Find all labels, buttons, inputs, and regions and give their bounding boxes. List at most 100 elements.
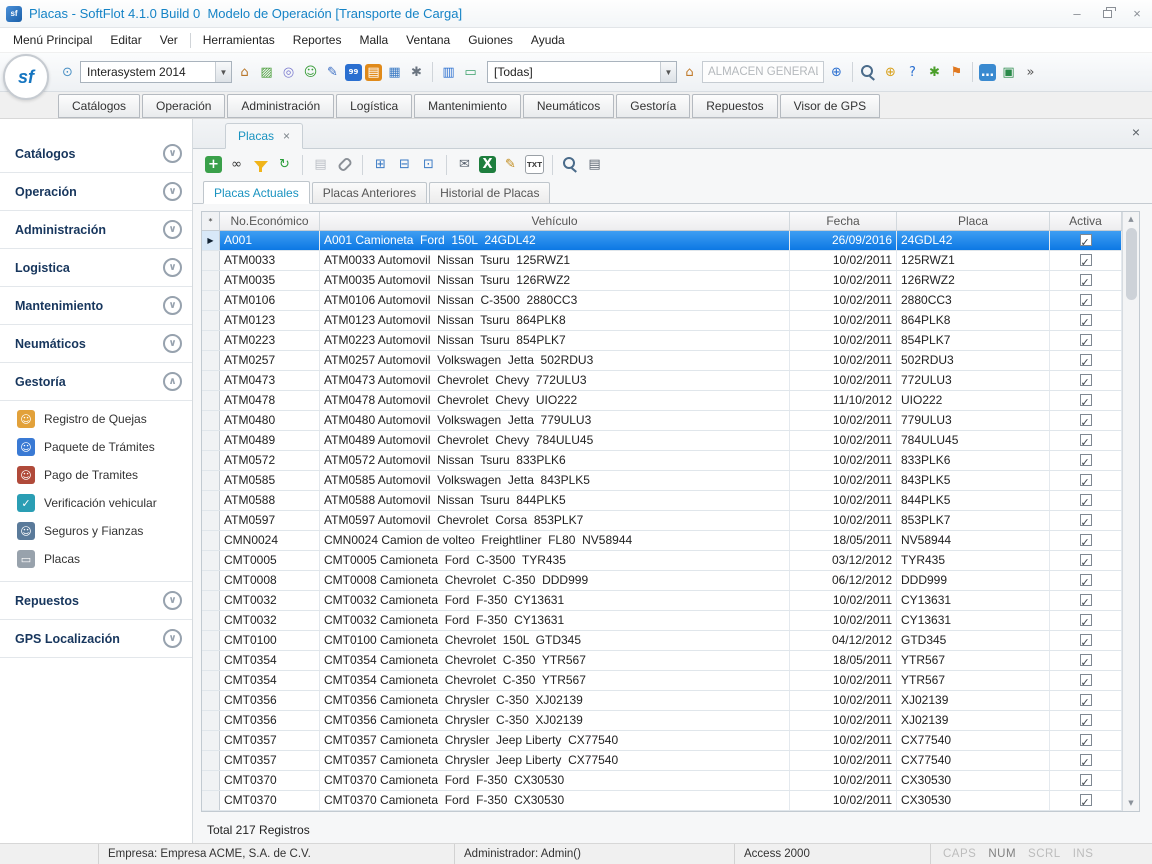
activa-checkbox[interactable] xyxy=(1080,734,1092,746)
table-row[interactable]: ATM0035ATM0035 Automovil Nissan Tsuru 12… xyxy=(202,271,1122,291)
close-button[interactable]: × xyxy=(1122,0,1152,27)
preview-document-icon[interactable] xyxy=(859,63,878,82)
monitor-icon[interactable]: ▣ xyxy=(999,63,1018,82)
notebook-icon[interactable]: ▤ xyxy=(365,64,382,81)
vertical-scrollbar[interactable]: ▲ ▼ xyxy=(1122,212,1139,811)
activa-checkbox[interactable] xyxy=(1080,794,1092,806)
antivirus-icon[interactable]: ✱ xyxy=(925,63,944,82)
settings-gear-icon[interactable]: ✱ xyxy=(407,63,426,82)
help-icon[interactable]: ? xyxy=(903,63,922,82)
expand-tree-icon[interactable]: ⊞ xyxy=(371,155,390,174)
module-tab-repuestos[interactable]: Repuestos xyxy=(692,94,777,118)
menu-item-reportes[interactable]: Reportes xyxy=(284,29,351,51)
column-header-activa[interactable]: Activa xyxy=(1050,212,1122,230)
table-row[interactable]: CMT0354CMT0354 Camioneta Chevrolet C-350… xyxy=(202,671,1122,691)
tab-placas[interactable]: Placas × xyxy=(225,123,303,149)
menu-item-guiones[interactable]: Guiones xyxy=(459,29,522,51)
module-tab-visor-de-gps[interactable]: Visor de GPS xyxy=(780,94,880,118)
sidebar-item-pago-de-tramites[interactable]: ☺Pago de Tramites xyxy=(0,461,192,489)
export-txt-icon[interactable]: TXT xyxy=(525,155,544,174)
menu-item-editar[interactable]: Editar xyxy=(101,29,150,51)
activa-checkbox[interactable] xyxy=(1080,234,1092,246)
history-icon[interactable]: ⊙ xyxy=(58,63,77,82)
paste-icon[interactable]: ▤ xyxy=(311,155,330,174)
refresh-icon[interactable]: ↻ xyxy=(275,155,294,174)
collapse-tree-icon[interactable]: ⊟ xyxy=(395,155,414,174)
tab-close-icon[interactable]: × xyxy=(283,129,290,143)
module-tab-operacion[interactable]: Operación xyxy=(142,94,225,118)
table-row[interactable]: CMT0370CMT0370 Camioneta Ford F-350 CX30… xyxy=(202,771,1122,791)
attach-icon[interactable] xyxy=(335,155,354,174)
card-icon[interactable]: ▭ xyxy=(461,63,480,82)
table-row[interactable]: CMN0024CMN0024 Camion de volteo Freightl… xyxy=(202,531,1122,551)
activa-checkbox[interactable] xyxy=(1080,254,1092,266)
find-icon[interactable]: ∞ xyxy=(227,155,246,174)
grid-icon[interactable]: ▦ xyxy=(385,63,404,82)
table-row[interactable]: ATM0572ATM0572 Automovil Nissan Tsuru 83… xyxy=(202,451,1122,471)
sidebar-item-seguros-y-fianzas[interactable]: ☺Seguros y Fianzas xyxy=(0,517,192,545)
module-tab-gestoria[interactable]: Gestoría xyxy=(616,94,690,118)
table-row[interactable]: CMT0357CMT0357 Camioneta Chrysler Jeep L… xyxy=(202,731,1122,751)
activa-checkbox[interactable] xyxy=(1080,394,1092,406)
sidebar-item-verificacion-vehicular[interactable]: ✓Verificación vehicular xyxy=(0,489,192,517)
sidebar-section-neumaticos[interactable]: Neumáticos∨ xyxy=(0,325,192,363)
cd-icon[interactable]: ◎ xyxy=(279,63,298,82)
module-tab-neumaticos[interactable]: Neumáticos xyxy=(523,94,614,118)
table-row[interactable]: ATM0473ATM0473 Automovil Chevrolet Chevy… xyxy=(202,371,1122,391)
column-header-fecha[interactable]: Fecha xyxy=(790,212,897,230)
table-row[interactable]: ATM0478ATM0478 Automovil Chevrolet Chevy… xyxy=(202,391,1122,411)
activa-checkbox[interactable] xyxy=(1080,454,1092,466)
activa-checkbox[interactable] xyxy=(1080,514,1092,526)
menu-item-ventana[interactable]: Ventana xyxy=(397,29,459,51)
sidebar-section-mantenimiento[interactable]: Mantenimiento∨ xyxy=(0,287,192,325)
table-row[interactable]: CMT0008CMT0008 Camioneta Chevrolet C-350… xyxy=(202,571,1122,591)
sidebar-section-administracion[interactable]: Administración∨ xyxy=(0,211,192,249)
column-header-no-economico[interactable]: No.Económico xyxy=(220,212,320,230)
columns-icon[interactable]: ▥ xyxy=(439,63,458,82)
activa-checkbox[interactable] xyxy=(1080,774,1092,786)
menu-item-menu-principal[interactable]: Menú Principal xyxy=(4,29,101,51)
workspace-close-icon[interactable]: × xyxy=(1132,124,1140,140)
column-header-placa[interactable]: Placa xyxy=(897,212,1050,230)
menu-item-herramientas[interactable]: Herramientas xyxy=(194,29,284,51)
activa-checkbox[interactable] xyxy=(1080,354,1092,366)
sidebar-item-placas[interactable]: ▭Placas xyxy=(0,545,192,573)
table-row[interactable]: ATM0588ATM0588 Automovil Nissan Tsuru 84… xyxy=(202,491,1122,511)
module-tab-administracion[interactable]: Administración xyxy=(227,94,334,118)
activa-checkbox[interactable] xyxy=(1080,274,1092,286)
activa-checkbox[interactable] xyxy=(1080,334,1092,346)
table-row[interactable]: ATM0033ATM0033 Automovil Nissan Tsuru 12… xyxy=(202,251,1122,271)
flag-icon[interactable]: ⚑ xyxy=(947,63,966,82)
home-icon[interactable]: ⌂ xyxy=(680,63,699,82)
table-row[interactable]: CMT0356CMT0356 Camioneta Chrysler C-350 … xyxy=(202,691,1122,711)
table-row[interactable]: ATM0106ATM0106 Automovil Nissan C-3500 2… xyxy=(202,291,1122,311)
sidebar-item-registro-de-quejas[interactable]: ☺Registro de Quejas xyxy=(0,405,192,433)
edit-document-icon[interactable]: ✎ xyxy=(323,63,342,82)
table-row[interactable]: ▶A001A001 Camioneta Ford 150L 24GDL4226/… xyxy=(202,231,1122,251)
preview-icon[interactable] xyxy=(561,155,580,174)
add-record-icon[interactable]: + xyxy=(205,156,222,173)
activa-checkbox[interactable] xyxy=(1080,754,1092,766)
activa-checkbox[interactable] xyxy=(1080,594,1092,606)
activa-checkbox[interactable] xyxy=(1080,494,1092,506)
table-row[interactable]: CMT0357CMT0357 Camioneta Chrysler Jeep L… xyxy=(202,751,1122,771)
menu-item-malla[interactable]: Malla xyxy=(350,29,397,51)
module-tab-catalogos[interactable]: Catálogos xyxy=(58,94,140,118)
table-row[interactable]: CMT0032CMT0032 Camioneta Ford F-350 CY13… xyxy=(202,611,1122,631)
warehouse-field[interactable] xyxy=(702,61,824,83)
sidebar-item-paquete-de-tramites[interactable]: ☺Paquete de Trámites xyxy=(0,433,192,461)
sidebar-section-gps-localizacion[interactable]: GPS Localización∨ xyxy=(0,620,192,658)
scrollbar-thumb[interactable] xyxy=(1126,228,1137,300)
sidebar-section-gestoria[interactable]: Gestoría∧ xyxy=(0,363,192,401)
activa-checkbox[interactable] xyxy=(1080,414,1092,426)
sidebar-section-operacion[interactable]: Operación∨ xyxy=(0,173,192,211)
subtab-historial-de-placas[interactable]: Historial de Placas xyxy=(429,182,550,203)
menu-item-ayuda[interactable]: Ayuda xyxy=(522,29,574,51)
menu-item-ver[interactable]: Ver xyxy=(151,29,187,51)
scroll-down-icon[interactable]: ▼ xyxy=(1123,796,1139,811)
filter-icon[interactable] xyxy=(251,155,270,174)
sidebar-section-logistica[interactable]: Logistica∨ xyxy=(0,249,192,287)
users-icon[interactable]: ☺ xyxy=(301,63,320,82)
activa-checkbox[interactable] xyxy=(1080,534,1092,546)
activa-checkbox[interactable] xyxy=(1080,374,1092,386)
